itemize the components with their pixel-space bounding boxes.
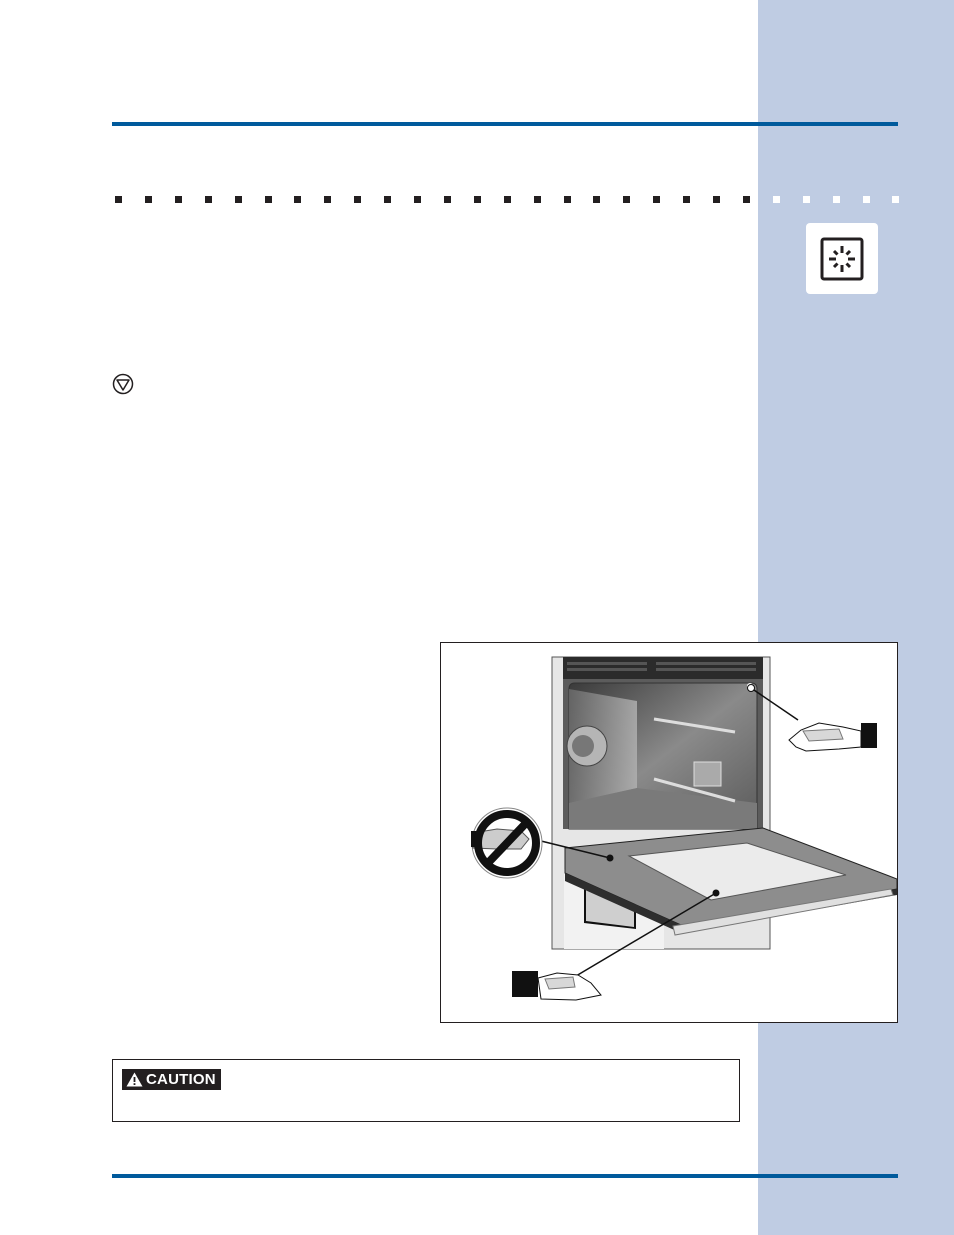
caution-label-text: CAUTION <box>146 1071 216 1088</box>
divider-dot <box>473 196 481 203</box>
divider-dot <box>742 196 750 203</box>
divider-dot <box>563 196 571 203</box>
divider-dot <box>354 196 362 203</box>
divider-dot <box>713 196 720 203</box>
oven-door-illustration <box>471 656 898 1001</box>
divider-dot <box>683 196 691 203</box>
divider-dot <box>443 196 451 203</box>
divider-dot <box>533 196 541 203</box>
caution-box: CAUTION <box>112 1059 740 1122</box>
divider-dot <box>653 196 661 203</box>
divider-dot <box>623 196 631 203</box>
self-clean-sparkle-icon <box>820 237 864 281</box>
divider-dot <box>802 196 810 203</box>
section-dot-divider <box>112 196 902 204</box>
stop-triangle-circle-icon <box>112 373 134 395</box>
hand-with-cloth-icon <box>788 722 877 752</box>
divider-dot <box>892 196 900 203</box>
divider-dot <box>144 196 152 203</box>
bottom-rule <box>112 1174 898 1178</box>
divider-dot <box>384 196 392 203</box>
divider-dot <box>772 196 780 203</box>
divider-dot <box>593 196 601 203</box>
oven-illustration-figure <box>440 642 898 1023</box>
divider-dot <box>862 196 870 203</box>
warning-triangle-icon <box>126 1072 143 1087</box>
hand-with-cloth-icon <box>512 971 602 1001</box>
divider-dot <box>503 196 511 203</box>
sidebar-icon-tile <box>806 223 878 294</box>
divider-dot <box>414 196 421 203</box>
divider-dot <box>115 196 122 203</box>
sidebar-band <box>758 0 954 1235</box>
divider-dot <box>324 196 332 203</box>
divider-dot <box>832 196 840 203</box>
no-hand-cleaning-icon <box>471 807 543 879</box>
divider-dot <box>294 196 302 203</box>
divider-dot <box>204 196 212 203</box>
caution-badge: CAUTION <box>122 1069 221 1090</box>
top-rule <box>112 122 898 126</box>
divider-dot <box>174 196 182 203</box>
divider-dot <box>234 196 242 203</box>
divider-dot <box>264 196 272 203</box>
